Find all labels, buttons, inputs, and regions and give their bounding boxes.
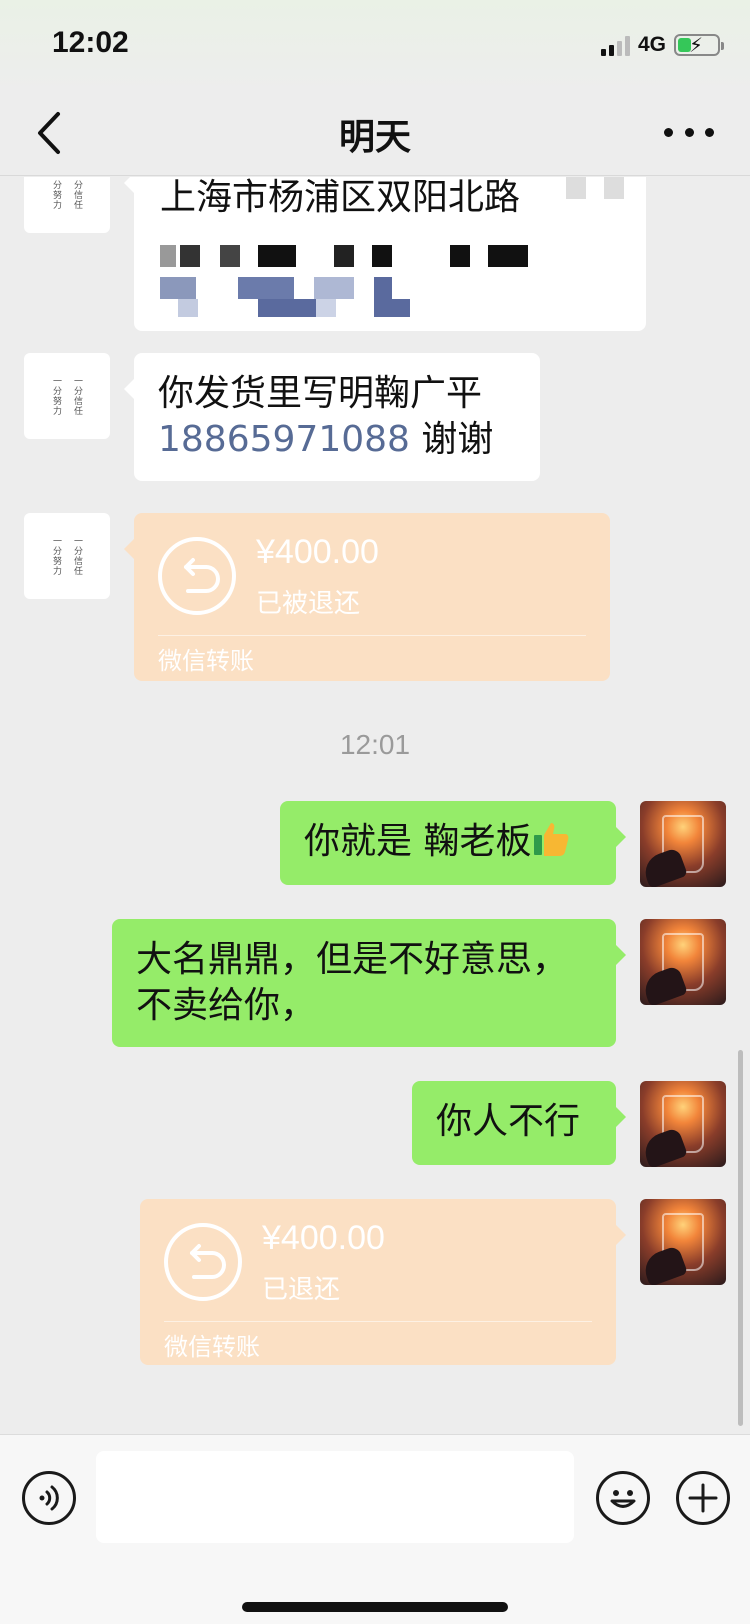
transfer-divider [164,1321,592,1322]
message-bubble-shipping[interactable]: 你发货里写明鞠广平 18865971088 谢谢 [124,353,540,481]
message-bubble-outgoing[interactable]: 你就是 鞠老板 [280,801,626,885]
contact-avatar[interactable]: 一分努力 一分信任 [24,513,110,599]
message-bubble-outgoing[interactable]: 大名鼎鼎，但是不好意思， 不卖给你， [112,919,626,1047]
time-divider: 12:01 [339,729,411,760]
reply-text: 你就是 鞠老板 [304,821,532,862]
thumbs-up-emoji [531,819,571,859]
message-input[interactable] [96,1451,574,1543]
emoji-icon[interactable] [596,1471,650,1525]
transfer-card-returned[interactable]: ¥400.00 已退还 微信转账 [140,1199,626,1365]
chat-scrollbar[interactable] [738,1050,743,1426]
voice-icon[interactable] [22,1471,76,1525]
contact-avatar[interactable]: 一分努力 一分信任 [24,353,110,439]
status-indicators: 4G ⚡ [600,32,724,58]
shipping-note-text: 你发货里写明鞠广平 [158,373,483,414]
address-text: 上海市杨浦区双阳北路 [160,177,521,218]
more-dots-icon[interactable] [664,120,714,144]
reply-text: 你人不行 [436,1101,581,1142]
message-bubble-address[interactable]: 上海市杨浦区双阳北路 [124,177,646,331]
status-time: 12:02 [52,26,129,59]
transfer-amount: ¥400.00 [256,533,379,571]
message-bubble-outgoing[interactable]: 你人不行 [412,1081,626,1165]
battery-icon: ⚡ [674,33,724,57]
input-bar [0,1434,750,1624]
refund-arrow-icon [164,1223,242,1301]
home-indicator[interactable] [242,1602,508,1612]
my-avatar[interactable] [640,919,726,1005]
transfer-card-refunded[interactable]: ¥400.00 已被退还 微信转账 [124,513,610,681]
transfer-label: 微信转账 [158,647,254,675]
my-avatar[interactable] [640,1081,726,1167]
transfer-status: 已退还 [262,1275,341,1305]
shipping-note-suffix: 谢谢 [409,419,494,460]
reply-line: 大名鼎鼎，但是不好意思， [136,939,569,980]
phone-number-link[interactable]: 18865971088 [158,419,410,460]
my-avatar[interactable] [640,1199,726,1285]
signal-icon [600,34,630,56]
shipping-note-line2: 18865971088 谢谢 [158,417,516,463]
transfer-label: 微信转账 [164,1333,260,1361]
plus-icon[interactable] [676,1471,730,1525]
transfer-status: 已被退还 [256,589,361,619]
network-label: 4G [637,33,666,56]
contact-avatar[interactable]: 一分努力 一分信任 [24,177,110,233]
my-avatar[interactable] [640,801,726,887]
chat-title: 明天 [338,117,411,158]
status-bar: 12:02 4G ⚡ [0,0,750,90]
transfer-amount: ¥400.00 [262,1219,385,1257]
chat-header: 明天 [0,90,750,176]
transfer-divider [158,635,586,636]
chat-message-list[interactable]: 一分努力 一分信任 上海市杨浦区双阳北路 一分努力 一分信任 你发货里写明鞠广平… [0,177,750,1433]
reply-line: 不卖给你， [136,985,317,1026]
refund-arrow-icon [158,537,236,615]
